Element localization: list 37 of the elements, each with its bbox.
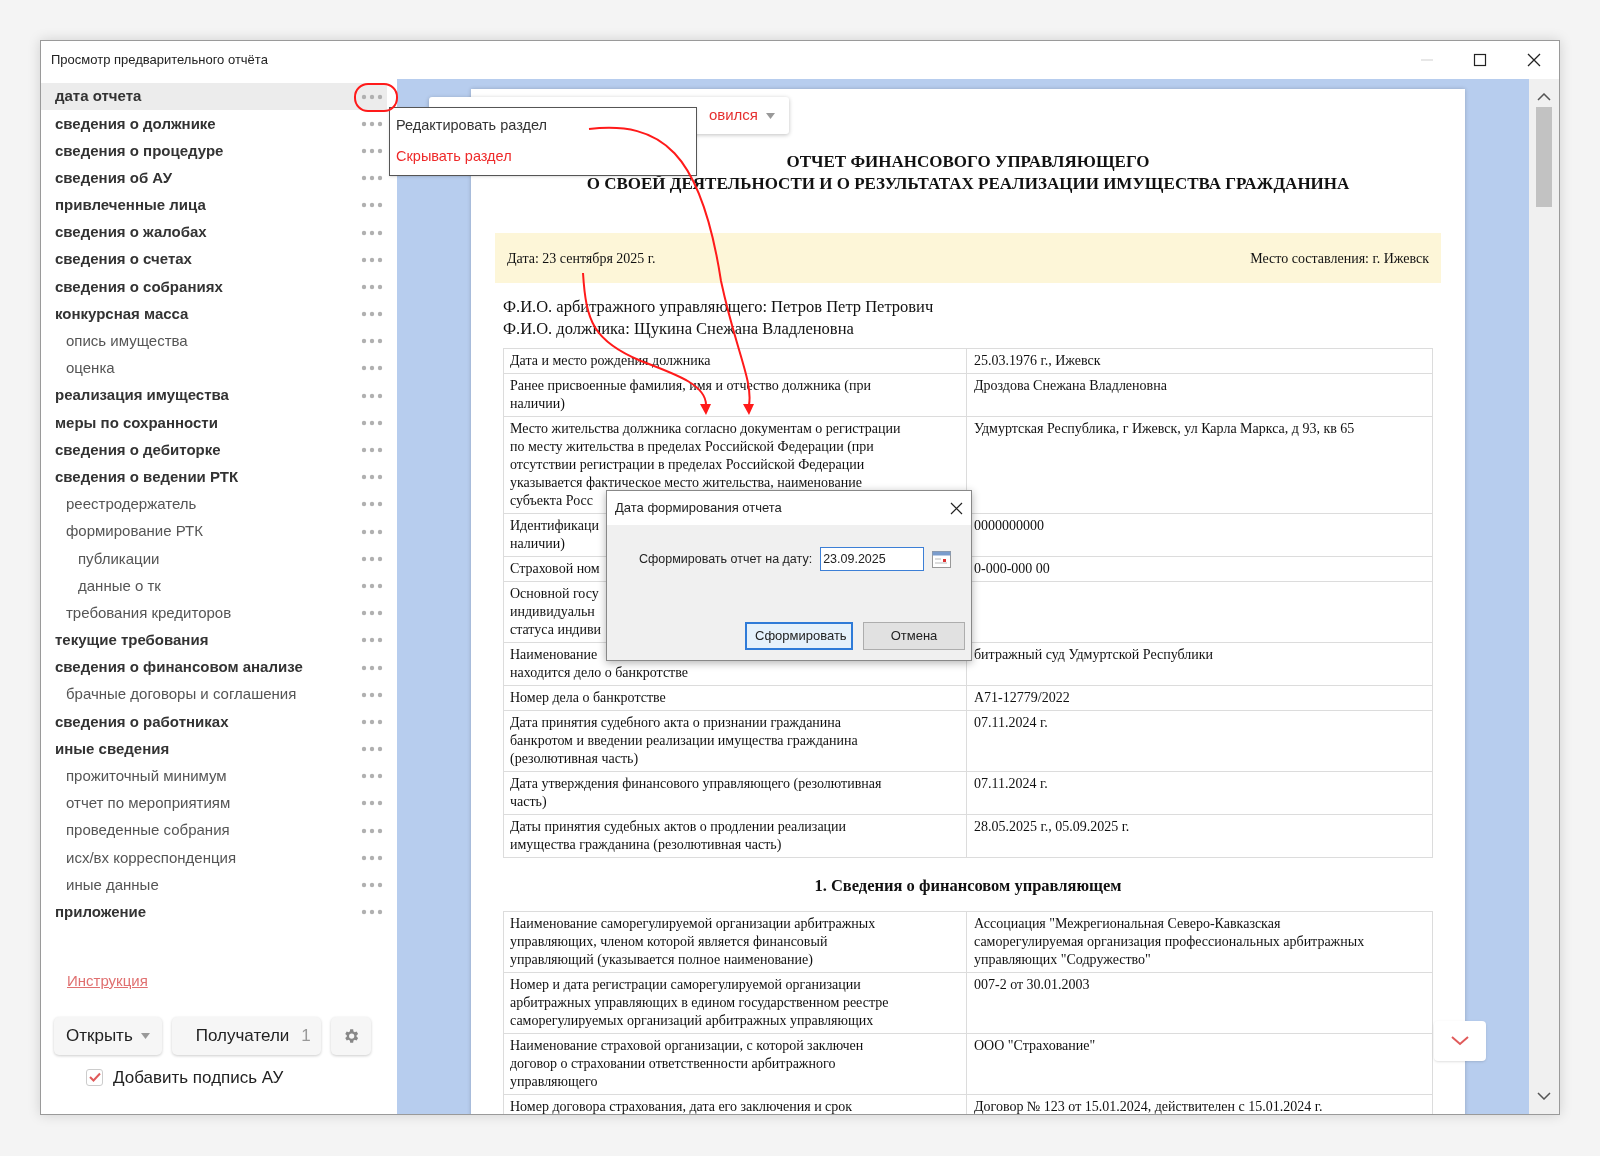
menu-item[interactable]: Редактировать раздел [390,114,696,137]
menu-item[interactable]: Скрывать раздел [390,146,696,169]
table-cell-text: 0-000-000 00 [973,560,1051,578]
checkbox-label: Добавить подпись АУ [113,1066,284,1089]
open-button[interactable]: Открыть [54,1016,162,1055]
window-title: Просмотр предварительного отчёта [50,51,269,70]
table-cell: Наименование страховой организации, с которой заключен договор о страховании ответственности арбитражного управляющего [504,1033,967,1094]
table-cell: Дата утверждения финансового управляющего (резолютивная часть) [504,772,967,814]
date-field[interactable]: 23.09.2025 [820,547,925,571]
table-cell-text: 0000000000 [973,517,1045,535]
report-date: Дата: 23 сентября 2025 г. [507,249,656,268]
table-cell-text: 07.11.2024 г. [973,714,1049,732]
table-cell-text: А71-12779/2022 [973,689,1071,707]
generate-button[interactable]: Сформировать [745,622,853,650]
sidebar-item[interactable]: дата отчета [41,83,387,111]
table-cell: Даты принятия судебных актов о продлении реализации имущества гражданина (резолютивная часть) [504,815,967,857]
table-cell-text: Ассоциация "Межрегиональная Северо-Кавказская саморегулируемая организация профессиональных арбитражных управляющих "Содружество" [973,914,1366,969]
table-cell-text: 25.03.1976 г., Ижевск [973,352,1102,370]
table-cell-text: ООО "Страхование" [973,1036,1097,1055]
section-heading: 1. Сведения о финансовом управляющем [814,875,1122,897]
table-cell: Наименование саморегулируемой организации арбитражных управляющих, членом которой является финансовый управляющий (указывается полное наименование) [504,911,967,972]
table-cell-text: битражный суд Удмуртской Республики [973,646,1215,664]
table-cell-text: 28.05.2025 г., 05.09.2025 г. [973,818,1131,836]
table-cell: Дата принятия судебного акта о признании гражданина банкротом и введении реализации имущества гражданина (резолютивная часть) [504,711,967,771]
report-place: Место составления: г. Ижевск [1250,249,1429,268]
table-cell-text: Договор № 123 от 15.01.2024, действителен с 15.01.2024 г. [973,1097,1324,1114]
table-cell-text: 007-2 от 30.01.2003 [973,975,1091,994]
table-cell: Номер и дата регистрации саморегулируемой организации арбитражных управляющих в едином государственном реестре саморегулируемых организаций арбитражных управляющих [504,972,967,1033]
table-cell-text: Удмуртская Республика, г Ижевск, ул Карла Маркса, д 93, кв 65 [973,420,1356,438]
table-cell-text: Дроздова Снежана Владленовна [973,377,1168,395]
report-title: ОТЧЕТ ФИНАНСОВОГО УПРАВЛЯЮЩЕГО [786,151,1150,173]
table-cell: Номер договора страхования, дата его заключения и срок [504,1094,967,1114]
recipients-count: 1 [301,1024,311,1047]
table-cell: Номер дела о банкротстве [504,686,967,710]
cancel-button[interactable]: Отмена [863,622,965,650]
recipients-button[interactable]: Получатели 1 [171,1016,321,1055]
table-cell-text: 07.11.2024 г. [973,775,1049,793]
